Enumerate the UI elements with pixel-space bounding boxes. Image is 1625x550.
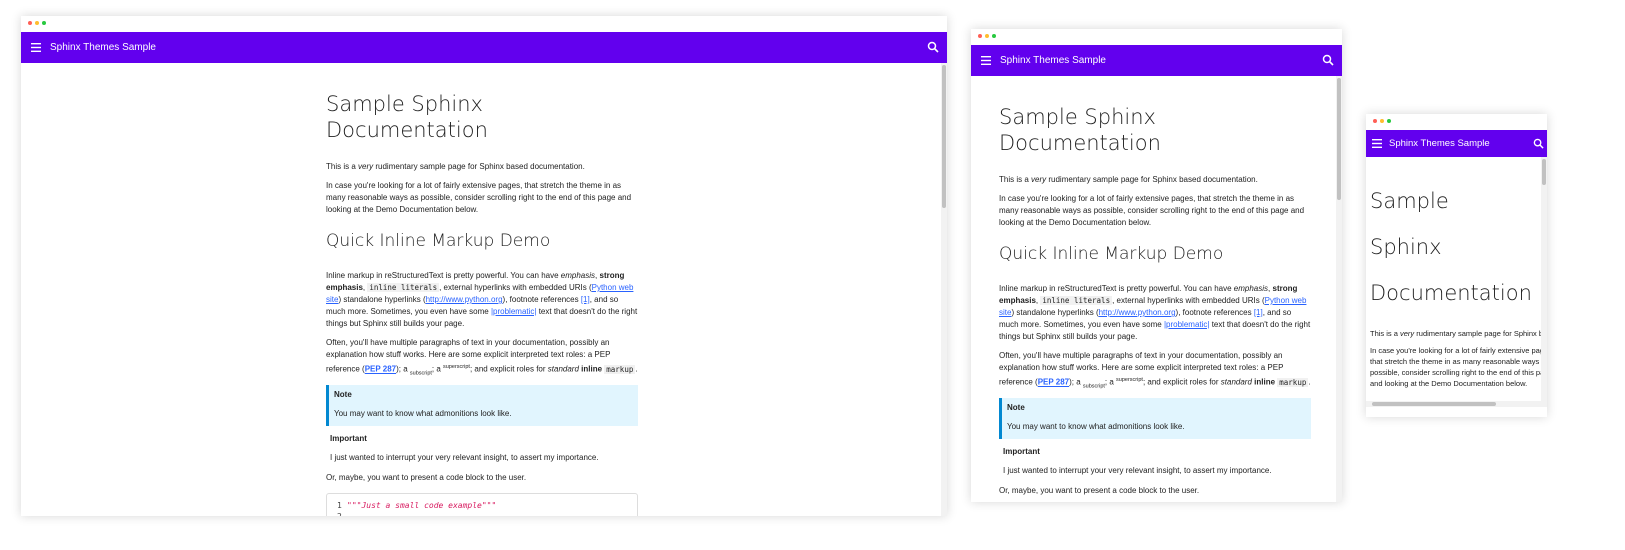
note-admonition: Note You may want to know what admonitio…	[326, 385, 638, 427]
footnote-link[interactable]: [1]	[581, 295, 590, 304]
menu-icon[interactable]	[979, 54, 993, 68]
maximize-dot[interactable]	[1387, 119, 1391, 123]
note-body: You may want to know what admonitions lo…	[1007, 422, 1185, 432]
app-title[interactable]: Sphinx Themes Sample	[50, 42, 156, 53]
python-org-link[interactable]: http://www.python.org	[426, 295, 503, 304]
horizontal-scrollbar[interactable]	[1366, 401, 1547, 407]
important-body: I just wanted to interrupt your very rel…	[330, 453, 599, 463]
footnote-link[interactable]: [1]	[1254, 308, 1263, 317]
code-line: """Just a small code example"""	[347, 501, 497, 511]
window-controls	[978, 34, 996, 38]
scrollbar-thumb[interactable]	[942, 65, 946, 208]
page-content: Sample Sphinx Documentation This is a ve…	[326, 63, 638, 516]
vertical-scrollbar[interactable]	[941, 63, 947, 516]
intro-paragraph: This is a very rudimentary sample page f…	[1370, 329, 1547, 338]
scrollbar-thumb[interactable]	[1337, 78, 1341, 200]
app-bar: Sphinx Themes Sample	[1366, 130, 1547, 157]
close-dot[interactable]	[1373, 119, 1377, 123]
intro-paragraph-2: In case you're looking for a lot of fair…	[326, 181, 632, 214]
minimize-dot[interactable]	[1380, 119, 1384, 123]
important-title: Important	[1003, 447, 1040, 457]
problematic-link[interactable]: |problematic|	[491, 307, 537, 316]
intro-paragraph-2: In case you're looking for a lot of fair…	[1370, 346, 1547, 388]
intro-paragraph: This is a very rudimentary sample page f…	[999, 175, 1258, 184]
scrollbar-thumb[interactable]	[1542, 159, 1546, 185]
page-title: Sample Sphinx Documentation	[326, 92, 488, 142]
note-title: Note	[1007, 403, 1025, 413]
vertical-scrollbar[interactable]	[1541, 157, 1547, 401]
problematic-link[interactable]: |problematic|	[1164, 320, 1210, 329]
close-dot[interactable]	[28, 21, 32, 25]
maximize-dot[interactable]	[992, 34, 996, 38]
page-content: Sample Sphinx Documentation This is a ve…	[999, 76, 1311, 502]
page-title: Sample Sphinx Documentation	[1370, 189, 1532, 305]
window-titlebar	[21, 16, 947, 32]
page-title: Sample Sphinx Documentation	[999, 105, 1161, 155]
line-number: 2	[337, 511, 347, 516]
maximize-dot[interactable]	[42, 21, 46, 25]
markup-paragraph: Inline markup in reStructuredText is pre…	[999, 284, 1311, 341]
page-content: Sample Sphinx Documentation This is a ve…	[1370, 157, 1547, 407]
important-body: I just wanted to interrupt your very rel…	[1003, 466, 1272, 476]
app-title[interactable]: Sphinx Themes Sample	[1389, 138, 1490, 149]
close-dot[interactable]	[978, 34, 982, 38]
important-admonition: Important I just wanted to interrupt you…	[999, 442, 1311, 481]
window-controls	[28, 21, 46, 25]
menu-icon[interactable]	[1370, 137, 1384, 151]
page-viewport[interactable]: Sample Sphinx Documentation This is a ve…	[971, 76, 1342, 502]
intro-paragraph: This is a very rudimentary sample page f…	[326, 162, 585, 171]
important-title: Important	[330, 434, 367, 444]
menu-icon[interactable]	[29, 41, 43, 55]
minimize-dot[interactable]	[35, 21, 39, 25]
note-admonition: Note You may want to know what admonitio…	[999, 398, 1311, 440]
app-bar: Sphinx Themes Sample	[21, 32, 947, 63]
line-number: 1	[337, 501, 342, 511]
window-controls	[1373, 119, 1391, 123]
app-title[interactable]: Sphinx Themes Sample	[1000, 55, 1106, 66]
app-bar: Sphinx Themes Sample	[971, 45, 1342, 76]
code-intro: Or, maybe, you want to present a code bl…	[326, 473, 527, 483]
scrollbar-thumb[interactable]	[1372, 402, 1496, 406]
vertical-scrollbar[interactable]	[1336, 76, 1342, 502]
search-icon[interactable]	[927, 41, 939, 53]
page-viewport[interactable]: Sample Sphinx Documentation This is a ve…	[21, 63, 947, 516]
browser-window-mobile: Sphinx Themes Sample Sample Sphinx Docum…	[1366, 114, 1547, 417]
page-viewport[interactable]: Sample Sphinx Documentation This is a ve…	[1366, 157, 1547, 407]
section-heading: Quick Inline Markup Demo	[326, 231, 551, 251]
window-titlebar	[1366, 114, 1547, 130]
important-admonition: Important I just wanted to interrupt you…	[326, 429, 638, 468]
window-titlebar	[971, 29, 1342, 45]
search-icon[interactable]	[1533, 138, 1544, 149]
minimize-dot[interactable]	[985, 34, 989, 38]
roles-paragraph: Often, you'll have multiple paragraphs o…	[326, 338, 638, 377]
roles-paragraph: Often, you'll have multiple paragraphs o…	[999, 351, 1311, 390]
note-title: Note	[334, 390, 352, 400]
code-intro: Or, maybe, you want to present a code bl…	[999, 486, 1200, 496]
markup-paragraph: Inline markup in reStructuredText is pre…	[326, 271, 638, 328]
browser-window-tablet: Sphinx Themes Sample Sample Sphinx Docum…	[971, 29, 1342, 502]
intro-paragraph-2: In case you're looking for a lot of fair…	[999, 194, 1305, 227]
pep-link[interactable]: PEP 287	[365, 365, 396, 374]
note-body: You may want to know what admonitions lo…	[334, 409, 512, 419]
section-heading: Quick Inline Markup Demo	[999, 244, 1224, 264]
browser-window-desktop: Sphinx Themes Sample Sample Sphinx Docum…	[21, 16, 947, 516]
code-block: 1 """Just a small code example""" 2	[326, 493, 638, 516]
search-icon[interactable]	[1322, 54, 1334, 66]
python-org-link[interactable]: http://www.python.org	[1099, 308, 1176, 317]
pep-link[interactable]: PEP 287	[1038, 378, 1069, 387]
